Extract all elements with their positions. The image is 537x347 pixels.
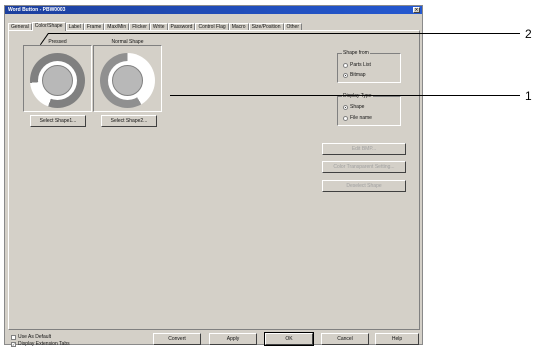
select-shape2-button[interactable]: Select Shape2... <box>101 115 157 127</box>
color-transparent-setting-button[interactable]: Color Transparent Setting... <box>322 161 406 173</box>
parts-list-radio[interactable]: Parts List <box>343 62 371 68</box>
shape-from-group: Shape from Parts List Bitmap <box>337 50 401 83</box>
display-type-group: Display Type Shape File name <box>337 93 401 126</box>
parts-list-radio-button[interactable] <box>343 62 348 68</box>
help-button[interactable]: Help <box>375 333 419 345</box>
normal-shape-preview[interactable] <box>93 45 162 112</box>
shape-from-title: Shape from <box>342 50 370 56</box>
normal-ring-shape <box>100 53 155 108</box>
ok-button[interactable]: OK <box>264 332 314 346</box>
deselect-shape-button[interactable]: Deselect Shape <box>322 180 406 192</box>
close-button[interactable]: × <box>413 7 420 13</box>
callout-line-2 <box>48 33 520 34</box>
display-type-title: Display Type <box>342 93 373 99</box>
bitmap-radio[interactable]: Bitmap <box>343 72 366 78</box>
close-icon: × <box>414 7 419 13</box>
convert-button[interactable]: Convert <box>153 333 201 345</box>
display-extension-tabs-checkbox[interactable]: ✓ Display Extension Tabs <box>11 341 70 347</box>
shape-radio-button[interactable] <box>343 104 348 110</box>
callout-number-1: 1 <box>525 89 532 103</box>
pressed-ring-shape <box>30 53 85 108</box>
edit-bmp-button[interactable]: Edit BMP... <box>322 143 406 155</box>
file-name-radio[interactable]: File name <box>343 115 372 121</box>
cancel-button[interactable]: Cancel <box>321 333 369 345</box>
select-shape1-button[interactable]: Select Shape1... <box>30 115 86 127</box>
window-title: Word Button - PBW0003 <box>8 7 66 13</box>
title-bar[interactable]: Word Button - PBW0003 × <box>5 6 422 14</box>
apply-button[interactable]: Apply <box>209 333 257 345</box>
shape-radio[interactable]: Shape <box>343 104 364 110</box>
use-as-default-checkbox[interactable]: Use As Default <box>11 334 51 340</box>
file-name-radio-button[interactable] <box>343 115 348 121</box>
word-button-dialog: Word Button - PBW0003 × General Color/Sh… <box>4 5 423 347</box>
color-shape-panel: Pressed Select Shape1... Normal Shape Se… <box>8 30 420 330</box>
callout-line-1 <box>170 95 520 96</box>
bitmap-radio-button[interactable] <box>343 72 348 78</box>
tab-color-shape[interactable]: Color/Shape <box>31 22 66 31</box>
callout-number-2: 2 <box>525 27 532 41</box>
use-as-default-box[interactable] <box>11 334 16 340</box>
display-extension-tabs-box[interactable]: ✓ <box>11 341 16 347</box>
pressed-shape-preview[interactable] <box>23 45 92 112</box>
